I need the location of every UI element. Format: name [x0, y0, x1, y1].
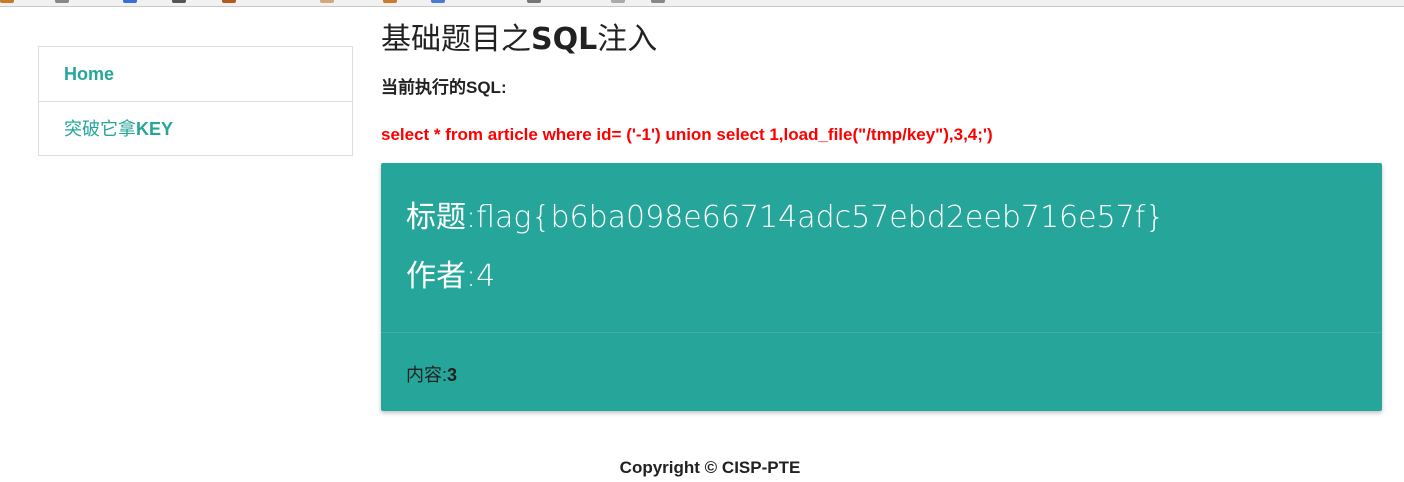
page-title-prefix: 基础题目之	[381, 22, 531, 57]
bookmark-icon[interactable]	[123, 0, 137, 3]
sidebar-item-home[interactable]: Home	[39, 47, 352, 101]
browser-bookmarks-bar	[0, 0, 1404, 7]
bookmark-icon[interactable]	[172, 0, 186, 3]
sidebar-item-label: 突破它拿	[64, 119, 136, 139]
page-title-suffix: 注入	[597, 22, 658, 57]
bookmark-icon[interactable]	[0, 0, 14, 3]
result-card: 标题:flag{b6ba098e66714adc57ebd2eeb716e57f…	[381, 163, 1382, 411]
card-content-label: 内容:	[406, 365, 448, 385]
main-content: 基础题目之SQL注入 当前执行的SQL: select * from artic…	[381, 20, 1382, 411]
page-footer: Copyright © CISP-PTE	[0, 458, 1404, 478]
bookmark-icon[interactable]	[527, 0, 541, 3]
page-title-sql: SQL	[531, 22, 598, 57]
bookmark-icon[interactable]	[55, 0, 69, 3]
bookmark-icon[interactable]	[431, 0, 445, 3]
card-author-label: 作者:	[406, 259, 477, 294]
card-title-line: 标题:flag{b6ba098e66714adc57ebd2eeb716e57f…	[406, 198, 1357, 238]
sidebar-item-label: Home	[64, 64, 115, 84]
card-title-label: 标题:	[406, 200, 477, 235]
card-content: 标题:flag{b6ba098e66714adc57ebd2eeb716e57f…	[381, 163, 1382, 333]
bookmark-icon[interactable]	[320, 0, 334, 3]
sql-query: select * from article where id= ('-1') u…	[381, 125, 993, 144]
bookmark-icon[interactable]	[611, 0, 625, 3]
sql-label: 当前执行的SQL:	[381, 78, 507, 97]
copyright-text: Copyright © CISP-PTE	[619, 458, 801, 477]
page-title: 基础题目之SQL注入	[381, 20, 1382, 60]
bookmark-icon[interactable]	[222, 0, 236, 3]
sidebar-item-label-key: KEY	[136, 119, 174, 139]
card-author-line: 作者:4	[406, 257, 1357, 297]
bookmark-icon[interactable]	[651, 0, 665, 3]
sidebar-item-get-key[interactable]: 突破它拿KEY	[39, 101, 352, 155]
card-author-value: 4	[476, 259, 496, 294]
card-content-value: 3	[447, 365, 458, 385]
card-title-value: flag{b6ba098e66714adc57ebd2eeb716e57f}	[476, 200, 1165, 235]
card-footer: 内容:3	[381, 333, 1382, 387]
bookmark-icon[interactable]	[383, 0, 397, 3]
sidebar-nav: Home 突破它拿KEY	[38, 46, 353, 156]
